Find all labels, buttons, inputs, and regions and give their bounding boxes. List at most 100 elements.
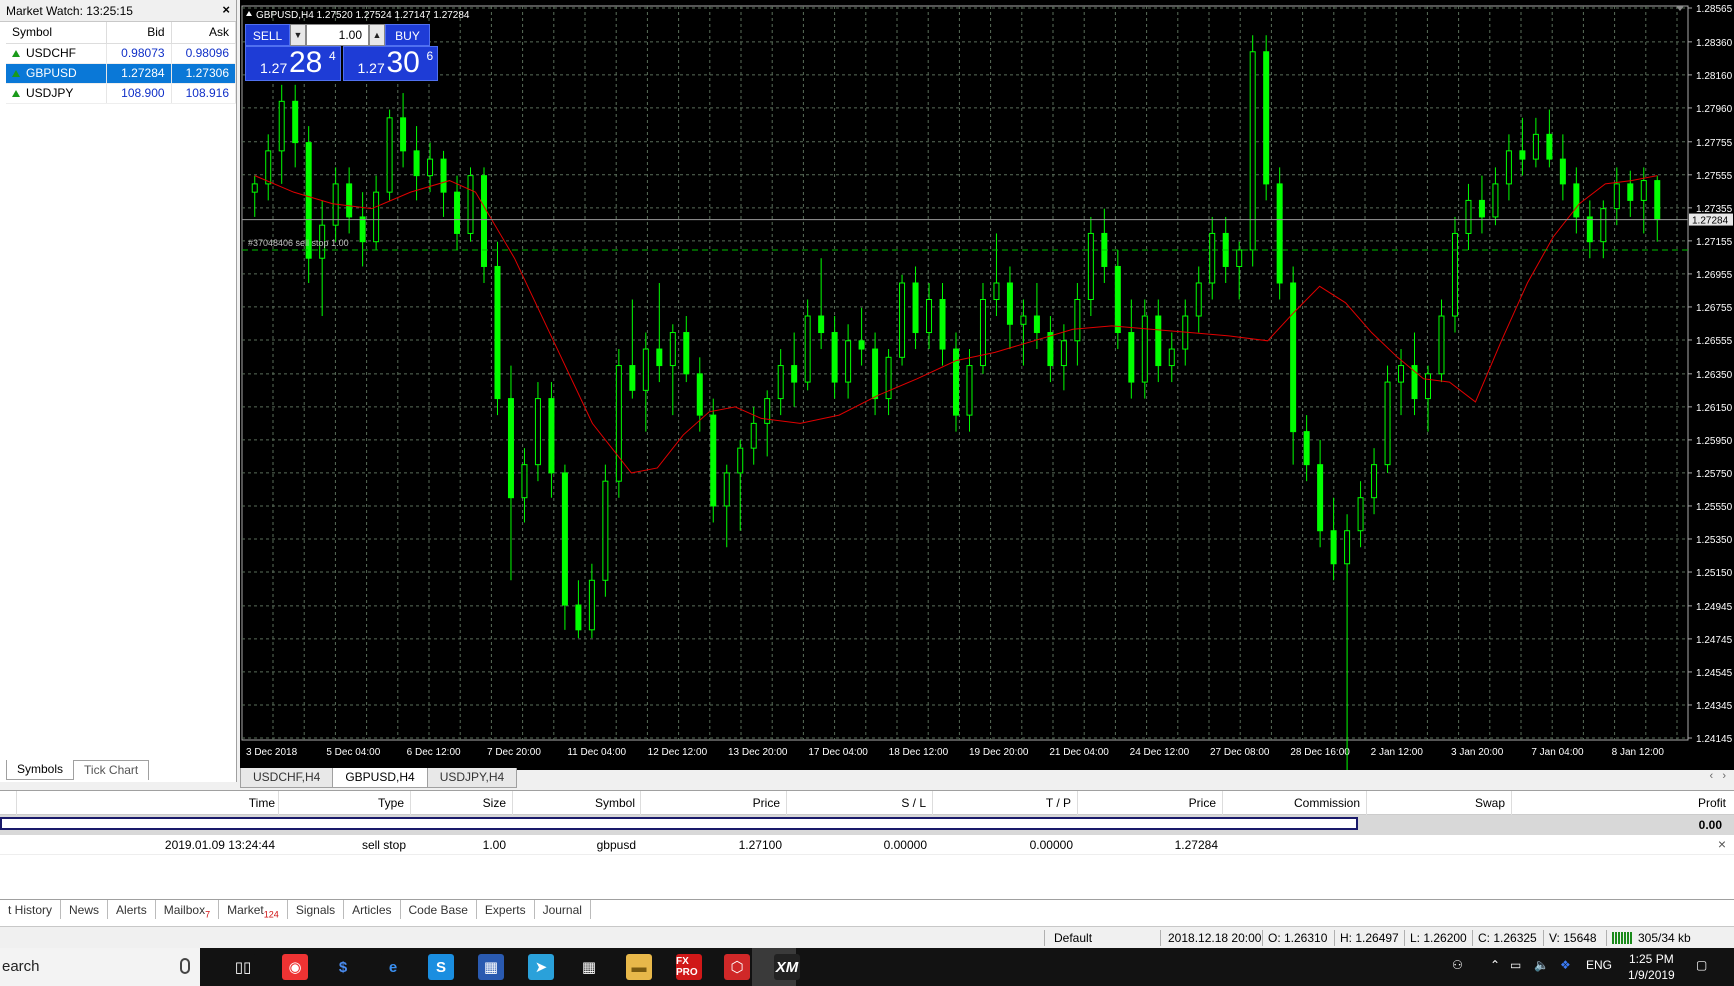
calculator-icon[interactable]: ▦ (576, 954, 602, 980)
tab-symbols[interactable]: Symbols (6, 760, 75, 780)
close-order-icon[interactable]: × (1718, 836, 1726, 852)
close-icon[interactable]: × (222, 2, 230, 17)
candle-body (1249, 51, 1256, 251)
tab-gbpusd-h4[interactable]: GBPUSD,H4 (332, 768, 428, 788)
y-tick-label: 1.27155 (1696, 237, 1733, 248)
column-header[interactable]: T / P (1046, 796, 1071, 810)
tab-tick-chart[interactable]: Tick Chart (74, 761, 150, 780)
order-tp: 0.00000 (1029, 838, 1073, 852)
candle-body (359, 216, 366, 243)
tab-usdjpy-h4[interactable]: USDJPY,H4 (426, 768, 518, 788)
x-tick-label: 6 Dec 12:00 (407, 747, 461, 758)
network-icon[interactable]: ▭ (1510, 958, 1521, 972)
table-row[interactable]: 2019.01.09 13:24:44 sell stop 1.00 gbpus… (0, 835, 1734, 855)
task-view-icon[interactable]: ▯▯ (230, 954, 256, 980)
file-explorer-icon[interactable]: ▬ (626, 954, 652, 980)
terminal-tab[interactable]: Articles (344, 900, 401, 919)
terminal-tab[interactable]: Code Base (401, 900, 477, 919)
candle-body (750, 422, 757, 449)
telegram-icon[interactable]: ➤ (528, 954, 554, 980)
fxpro-icon[interactable]: FX PRO (676, 954, 702, 980)
sell-price-big: 28 (289, 46, 323, 79)
chevron-up-icon[interactable]: ⌃ (1490, 958, 1500, 972)
terminal-tab[interactable]: Experts (477, 900, 535, 919)
terminal-tab[interactable]: t History (0, 900, 62, 919)
market-watch-title: Market Watch: 13:25:15 × (0, 0, 236, 22)
dropbox-icon[interactable]: ❖ (1560, 958, 1571, 972)
terminal-tab-label: Mailbox (163, 903, 206, 917)
chart-background (240, 0, 1734, 770)
column-header-symbol[interactable]: Symbol (6, 22, 108, 44)
table-row[interactable]: USDCHF 0.98073 0.98096 (6, 43, 237, 64)
chrome-icon[interactable]: ◉ (282, 954, 308, 980)
taskbar-clock[interactable]: 1:25 PM 1/9/2019 (1628, 951, 1675, 983)
mt4-icon[interactable]: ▦ (478, 954, 504, 980)
y-tick-label: 1.25750 (1696, 469, 1733, 480)
column-header[interactable]: S / L (901, 796, 926, 810)
buy-price-button[interactable]: 1.27 30 6 (342, 46, 438, 81)
candle-body (899, 282, 906, 358)
dollar-app-icon[interactable]: $ (330, 954, 356, 980)
chevron-right-icon[interactable]: › (1722, 770, 1726, 782)
balance-row[interactable]: 0.00 (0, 815, 1734, 835)
terminal-tab[interactable]: Signals (288, 900, 345, 919)
people-icon[interactable]: ⚇ (1452, 958, 1463, 972)
taskbar-search[interactable]: earch (0, 948, 200, 986)
candle-body (1236, 249, 1243, 267)
candle-body (1074, 299, 1081, 342)
lot-increase-icon[interactable]: ▲ (369, 24, 385, 46)
table-row[interactable]: GBPUSD 1.27284 1.27306 (6, 63, 237, 84)
column-header[interactable]: Commission (1294, 796, 1360, 810)
candle-body (1020, 315, 1027, 325)
chart-tabs-scroll[interactable]: ‹ › (1709, 770, 1726, 782)
chart-header-label: GBPUSD,H4 1.27520 1.27524 1.27147 1.2728… (256, 10, 470, 21)
candle-body (1047, 332, 1054, 367)
y-tick-label: 1.24945 (1696, 602, 1733, 613)
column-header[interactable]: Profit (1698, 796, 1726, 810)
language-indicator[interactable]: ENG (1586, 958, 1612, 972)
red-app-icon[interactable]: ⬡ (724, 954, 750, 980)
column-header[interactable]: Time (249, 796, 275, 810)
edge-icon[interactable]: e (380, 954, 406, 980)
column-header[interactable]: Symbol (595, 796, 635, 810)
terminal-tab[interactable]: Alerts (108, 900, 156, 919)
lot-size-input[interactable]: 1.00 (306, 24, 369, 46)
column-header[interactable]: Size (483, 796, 506, 810)
volume-icon[interactable]: 🔈 (1534, 958, 1549, 972)
chevron-left-icon[interactable]: ‹ (1709, 770, 1713, 782)
y-tick-label: 1.26350 (1696, 370, 1733, 381)
sell-button[interactable]: SELL (245, 24, 290, 46)
microphone-icon[interactable] (180, 958, 190, 974)
buy-button[interactable]: BUY (385, 24, 430, 46)
sell-stop-label: #37048406 sell stop 1.00 (248, 238, 349, 248)
terminal-tab[interactable]: Market124 (219, 900, 288, 919)
terminal-tab[interactable]: Journal (535, 900, 591, 919)
x-tick-label: 13 Dec 20:00 (728, 747, 788, 758)
column-header-bid[interactable]: Bid (106, 22, 172, 44)
table-row[interactable]: USDJPY 108.900 108.916 (6, 83, 237, 104)
candle-body (251, 183, 258, 193)
column-header[interactable]: Price (753, 796, 780, 810)
status-profile[interactable]: Default (1054, 931, 1092, 945)
candle-body (292, 100, 299, 144)
notifications-icon[interactable]: ▢ (1696, 958, 1707, 972)
candle-body (1357, 497, 1364, 532)
xm-icon[interactable]: XM (774, 954, 800, 980)
candle-body (1559, 158, 1566, 185)
column-header[interactable]: Price (1189, 796, 1216, 810)
sell-price-button[interactable]: 1.27 28 4 (245, 46, 341, 81)
candle-body (278, 100, 285, 152)
chart-area[interactable]: 1.28565 1.28360 1.28160 1.27960 1.27755 1.275… (240, 0, 1734, 770)
terminal-tab-label: Articles (352, 903, 392, 917)
column-header[interactable]: Swap (1475, 796, 1505, 810)
column-header[interactable]: Type (378, 796, 404, 810)
terminal-tab[interactable]: Mailbox7 (156, 900, 220, 919)
price-chart[interactable]: 1.285651.283601.281601.279601.277551.275… (240, 0, 1734, 770)
terminal-tab[interactable]: News (61, 900, 109, 919)
column-header-ask[interactable]: Ask (171, 22, 237, 44)
candle-body (615, 365, 622, 482)
skype-icon[interactable]: S (428, 954, 454, 980)
lot-decrease-icon[interactable]: ▼ (290, 24, 306, 46)
tab-usdchf-h4[interactable]: USDCHF,H4 (240, 768, 334, 788)
y-tick-label: 1.26555 (1696, 336, 1733, 347)
